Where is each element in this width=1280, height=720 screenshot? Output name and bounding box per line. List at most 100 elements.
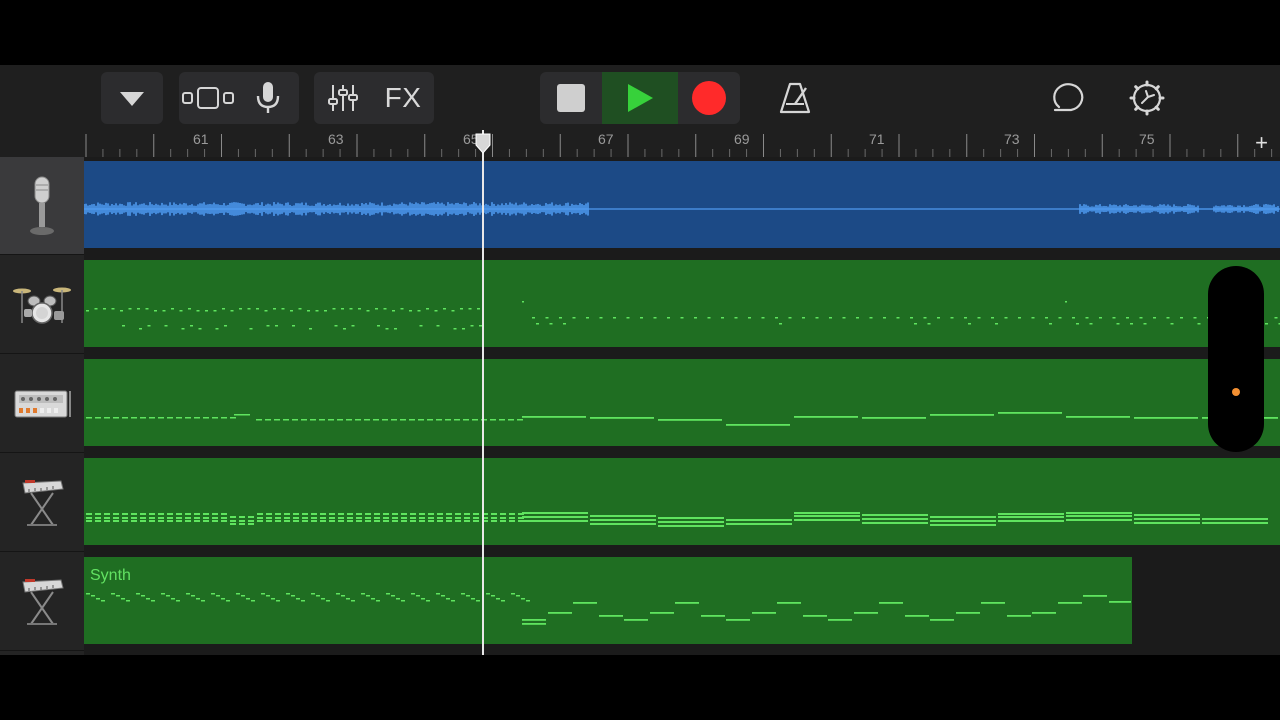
midi-region-synth[interactable]: Synth	[84, 557, 1132, 644]
track-header-keyboard-2[interactable]	[0, 553, 84, 651]
record-icon	[692, 81, 726, 115]
midi-note	[626, 317, 630, 319]
track-header-drum-machine[interactable]	[0, 355, 84, 453]
metronome-button[interactable]	[770, 72, 820, 124]
timeline-ruler[interactable]: 61 63 65 67 69 71 73 75 +	[84, 130, 1280, 160]
loop-browser-button[interactable]	[1045, 72, 1095, 124]
midi-region-drums[interactable]	[84, 260, 1280, 347]
midi-note	[166, 595, 170, 597]
midi-note	[149, 513, 155, 515]
midi-note	[391, 419, 397, 421]
midi-note	[284, 520, 290, 522]
midi-note	[291, 595, 295, 597]
midi-note	[1032, 612, 1056, 614]
track-header-drums[interactable]	[0, 256, 84, 354]
midi-note	[176, 417, 182, 419]
midi-note	[956, 612, 980, 614]
midi-note	[752, 612, 776, 614]
midi-note	[460, 308, 463, 310]
midi-note	[241, 595, 245, 597]
midi-note	[86, 310, 89, 312]
playhead-line[interactable]	[482, 130, 484, 655]
midi-note	[273, 308, 276, 310]
settings-button[interactable]	[1122, 72, 1172, 124]
track-scroller[interactable]	[1208, 266, 1264, 452]
midi-note	[930, 524, 996, 526]
midi-note	[451, 600, 455, 602]
midi-note	[86, 593, 90, 595]
midi-region-bass[interactable]	[84, 359, 1280, 446]
midi-note	[426, 308, 429, 310]
midi-note	[167, 417, 173, 419]
midi-note	[292, 419, 298, 421]
playhead-handle[interactable]	[475, 133, 491, 155]
midi-note	[788, 317, 792, 319]
midi-note	[113, 520, 119, 522]
midi-note	[329, 520, 335, 522]
midi-note	[658, 419, 722, 421]
midi-note	[599, 317, 603, 319]
mixer-button[interactable]	[314, 72, 372, 124]
midi-note	[158, 517, 164, 519]
midi-note	[410, 517, 416, 519]
record-button[interactable]	[678, 72, 740, 124]
midi-note	[426, 600, 430, 602]
midi-note	[1274, 317, 1278, 319]
midi-note	[149, 417, 155, 419]
play-button[interactable]	[602, 72, 678, 124]
midi-note	[203, 513, 209, 515]
midi-note	[428, 517, 434, 519]
midi-note	[122, 325, 125, 327]
tracks-view-button[interactable]	[179, 72, 237, 124]
midi-note	[146, 598, 150, 600]
garageband-window: FX 61 63 65 67 69 71 73 75 + Synth	[0, 65, 1280, 655]
add-section-button[interactable]: +	[1255, 130, 1268, 156]
midi-note	[455, 517, 461, 519]
midi-note	[266, 517, 272, 519]
midi-note	[239, 520, 245, 522]
midi-note	[302, 517, 308, 519]
midi-note	[296, 598, 300, 600]
midi-note	[522, 516, 588, 518]
midi-note	[329, 513, 335, 515]
track-header-audio[interactable]	[0, 157, 84, 255]
midi-note	[590, 417, 654, 419]
midi-note	[401, 513, 407, 515]
midi-note	[490, 419, 496, 421]
midi-note	[113, 513, 119, 515]
midi-note	[196, 310, 200, 312]
midi-note	[126, 600, 130, 602]
mic-button[interactable]	[237, 72, 299, 124]
midi-note	[122, 417, 128, 419]
midi-note	[221, 520, 227, 522]
midi-note	[802, 317, 805, 319]
fx-button[interactable]: FX	[372, 82, 434, 114]
midi-note	[726, 523, 792, 525]
scroll-indicator-dot	[1232, 388, 1240, 396]
midi-note	[386, 593, 390, 595]
midi-note	[428, 520, 434, 522]
midi-note	[500, 517, 506, 519]
track-header-keyboard-1[interactable]	[0, 454, 84, 552]
midi-note	[1130, 323, 1133, 325]
midi-region-keys[interactable]	[84, 458, 1280, 545]
midi-note	[914, 323, 917, 325]
stop-button[interactable]	[540, 72, 602, 124]
midi-note	[283, 419, 289, 421]
midi-note	[613, 317, 616, 319]
browser-button[interactable]	[101, 72, 163, 124]
midi-note	[930, 619, 954, 621]
midi-notes	[86, 301, 1280, 330]
midi-note	[376, 600, 380, 602]
region-label: Synth	[90, 567, 131, 584]
midi-note	[186, 593, 190, 595]
midi-note	[883, 317, 886, 319]
audio-region[interactable]	[84, 161, 1280, 248]
midi-note	[1058, 317, 1062, 319]
midi-note	[266, 325, 270, 327]
midi-note	[101, 600, 105, 602]
midi-note	[194, 520, 200, 522]
tracks-area: Synth	[84, 157, 1280, 655]
midi-note	[194, 417, 200, 419]
midi-note	[95, 417, 101, 419]
